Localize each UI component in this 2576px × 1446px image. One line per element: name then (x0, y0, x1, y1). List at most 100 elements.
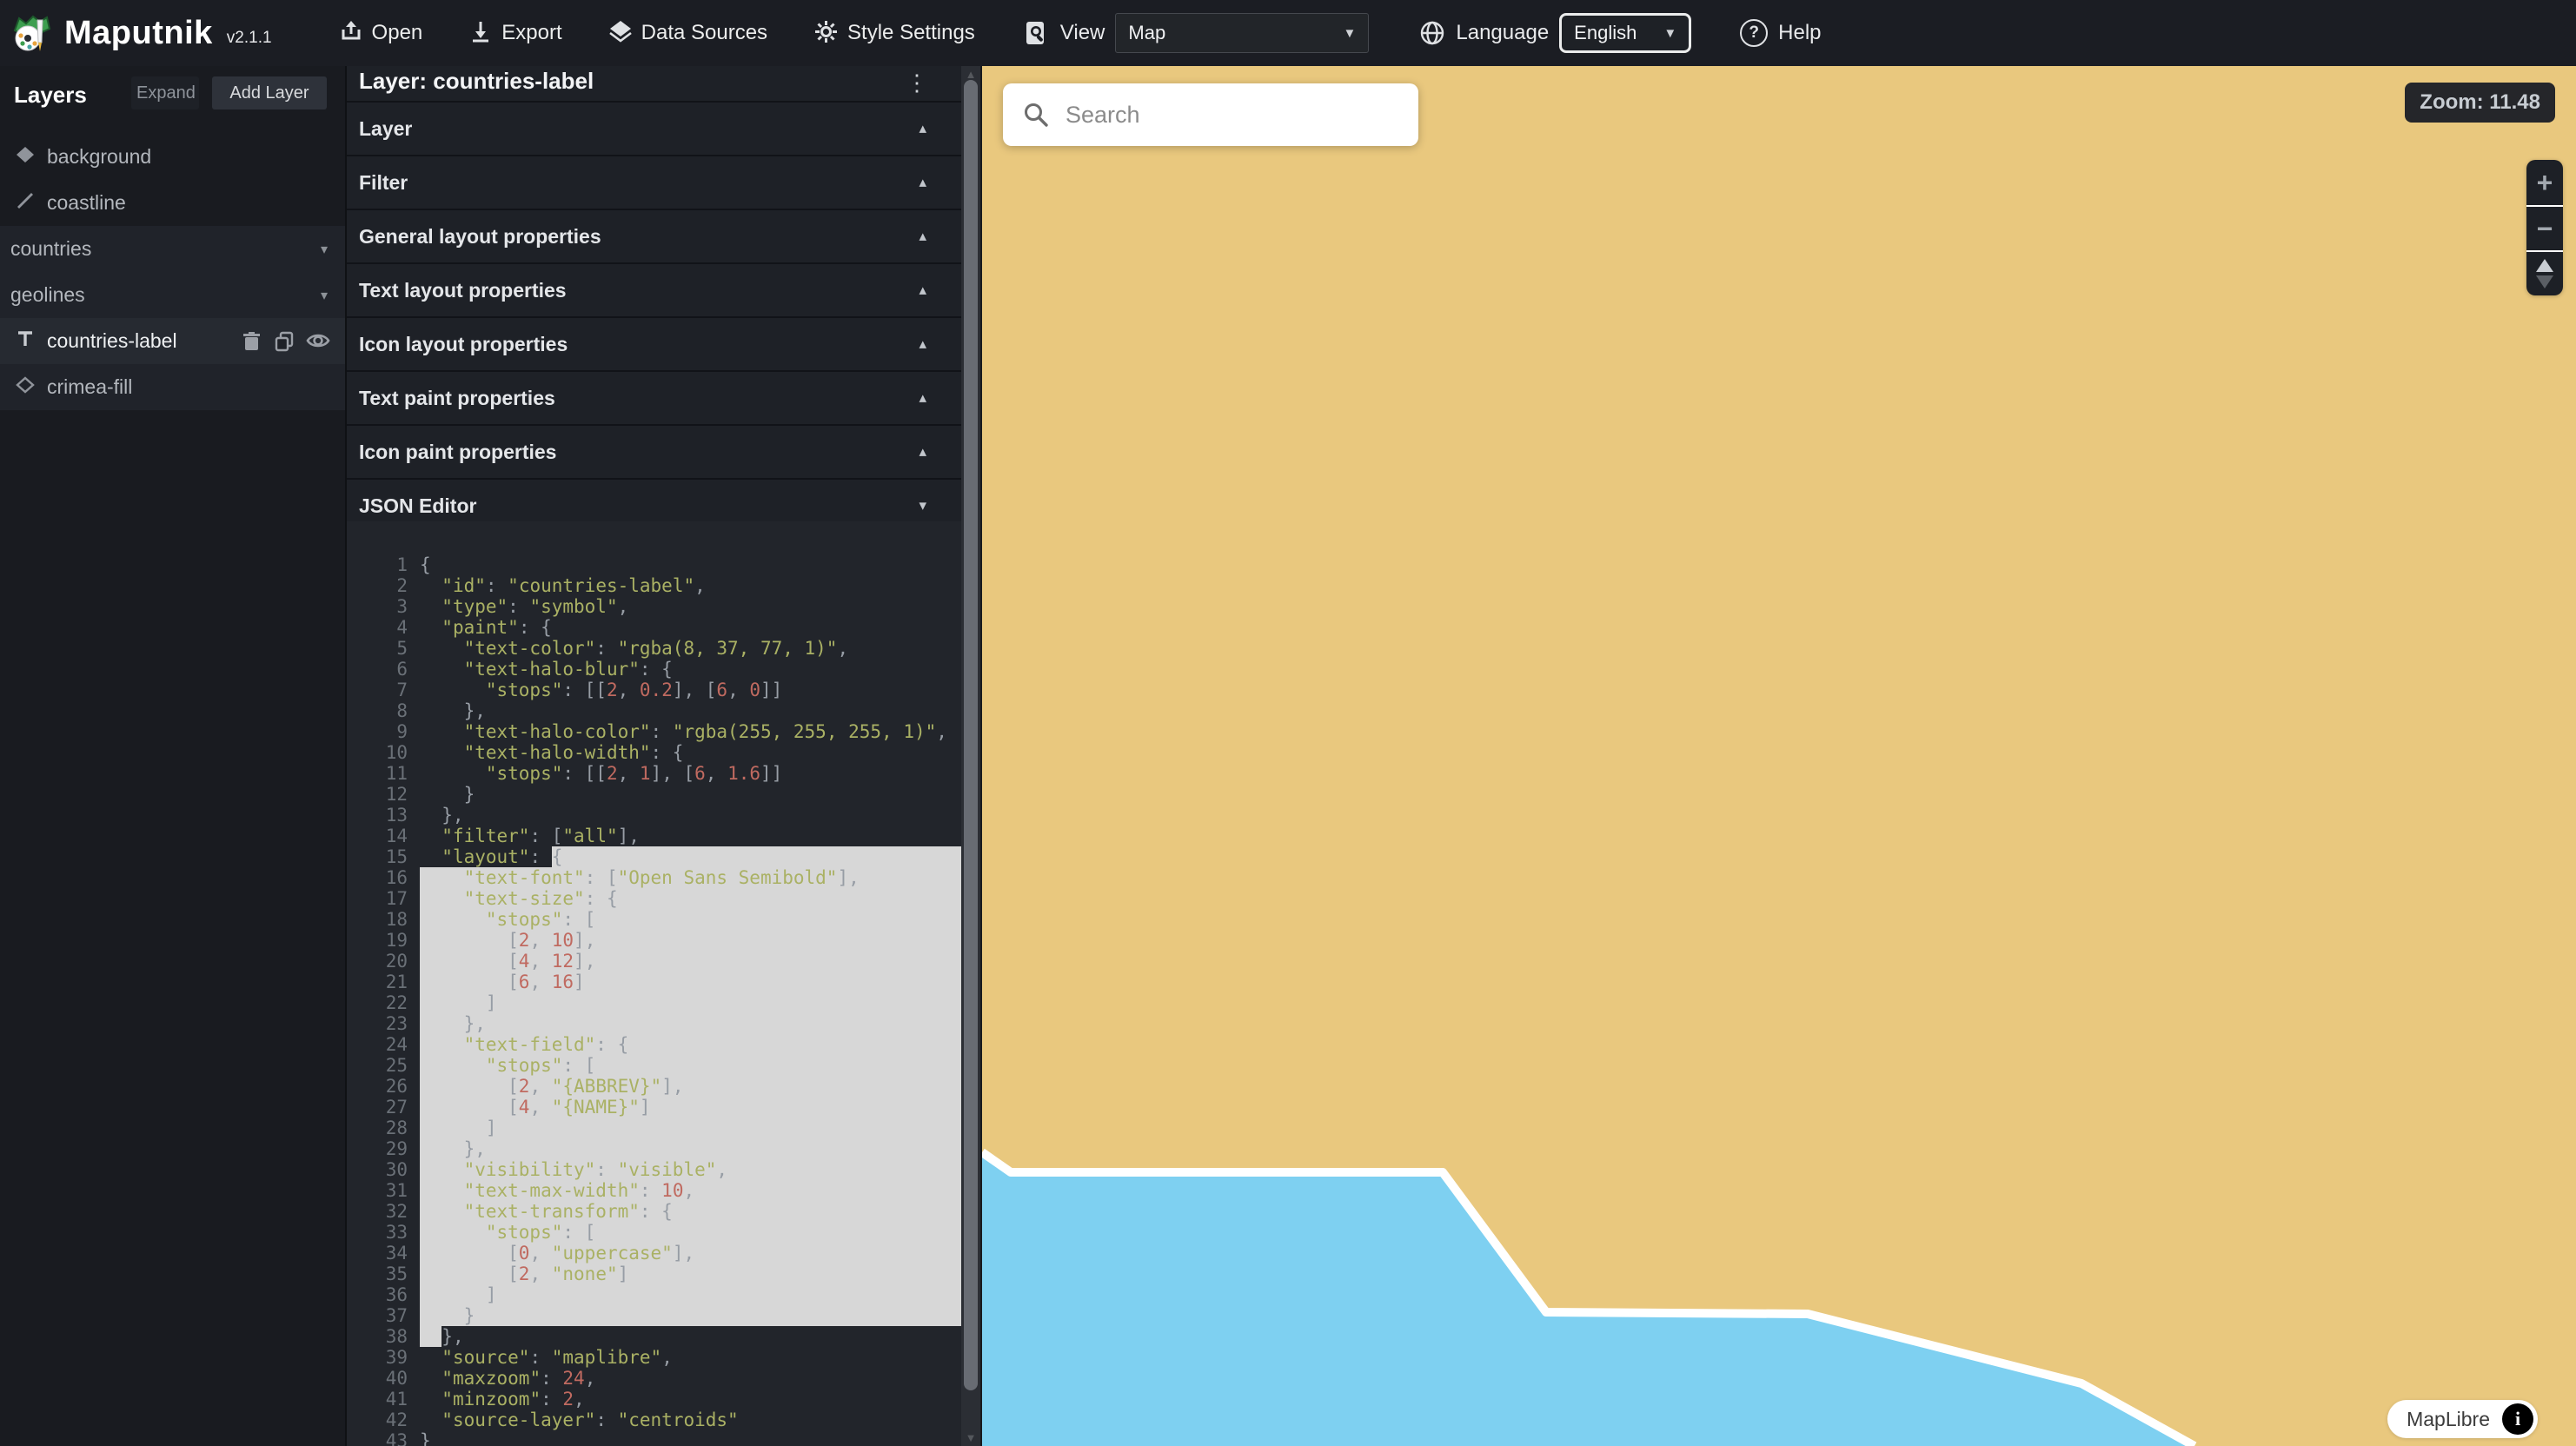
view-select-value: Map (1128, 22, 1165, 44)
layer-group-geolines[interactable]: geolines▾ (0, 272, 345, 318)
scrollbar-thumb[interactable] (964, 80, 978, 1390)
visibility-icon[interactable] (306, 331, 326, 352)
line-number: 32 (347, 1201, 415, 1222)
language-select[interactable]: English ▼ (1559, 13, 1691, 53)
code-line-39[interactable]: 39 "source": "maplibre", (347, 1347, 961, 1368)
chevron-down-icon[interactable]: ▾ (321, 241, 328, 258)
section-filter[interactable]: Filter▴ (347, 156, 961, 210)
add-layer-button[interactable]: Add Layer (212, 76, 327, 109)
chevron-down-icon[interactable]: ▾ (321, 287, 328, 304)
line-number: 7 (347, 680, 415, 700)
code-line-19[interactable]: 19 [2, 10], (347, 930, 961, 951)
code-line-29[interactable]: 29 }, (347, 1138, 961, 1159)
code-line-28[interactable]: 28 ] (347, 1118, 961, 1138)
code-line-2[interactable]: 2 "id": "countries-label", (347, 575, 961, 596)
code-line-35[interactable]: 35 [2, "none"] (347, 1264, 961, 1284)
section-label: JSON Editor (359, 494, 476, 518)
code-line-40[interactable]: 40 "maxzoom": 24, (347, 1368, 961, 1389)
code-line-41[interactable]: 41 "minzoom": 2, (347, 1389, 961, 1410)
code-line-15[interactable]: 15 "layout": { (347, 846, 961, 867)
map-canvas[interactable]: Zoom: 11.48 + − MapLibre i (982, 66, 2576, 1446)
code-line-8[interactable]: 8 }, (347, 700, 961, 721)
code-line-22[interactable]: 22 ] (347, 992, 961, 1013)
sidebar-item-crimea-fill[interactable]: crimea-fill (0, 364, 345, 410)
code-line-21[interactable]: 21 [6, 16] (347, 972, 961, 992)
code-line-17[interactable]: 17 "text-size": { (347, 888, 961, 909)
code-line-11[interactable]: 11 "stops": [[2, 1], [6, 1.6]] (347, 763, 961, 784)
search-input[interactable] (1064, 101, 1418, 129)
help-item[interactable]: ? Help (1740, 19, 1821, 47)
code-line-27[interactable]: 27 [4, "{NAME}"] (347, 1097, 961, 1118)
code-line-6[interactable]: 6 "text-halo-blur": { (347, 659, 961, 680)
chevron-up-icon: ▴ (919, 174, 926, 191)
data-sources-button[interactable]: Data Sources (609, 20, 767, 47)
line-number: 43 (347, 1430, 415, 1446)
zoom-in-button[interactable]: + (2526, 160, 2563, 205)
code-line-23[interactable]: 23 }, (347, 1013, 961, 1034)
view-icon (1024, 20, 1050, 46)
zoom-out-button[interactable]: − (2526, 205, 2563, 250)
sidebar-item-background[interactable]: background (0, 134, 345, 180)
section-icon-paint-properties[interactable]: Icon paint properties▴ (347, 426, 961, 480)
map-search (1003, 83, 1418, 146)
attribution-link[interactable]: MapLibre (2407, 1408, 2490, 1431)
data-sources-icon (609, 20, 632, 46)
scroll-up-icon[interactable]: ▲ (961, 68, 980, 81)
section-general-layout-properties[interactable]: General layout properties▴ (347, 210, 961, 264)
code-line-26[interactable]: 26 [2, "{ABBREV}"], (347, 1076, 961, 1097)
code-line-33[interactable]: 33 "stops": [ (347, 1222, 961, 1243)
code-line-20[interactable]: 20 [4, 12], (347, 951, 961, 972)
code-line-7[interactable]: 7 "stops": [[2, 0.2], [6, 0]] (347, 680, 961, 700)
line-number: 21 (347, 972, 415, 992)
code-line-5[interactable]: 5 "text-color": "rgba(8, 37, 77, 1)", (347, 638, 961, 659)
code-line-18[interactable]: 18 "stops": [ (347, 909, 961, 930)
code-line-37[interactable]: 37 } (347, 1305, 961, 1326)
toolbar-menu: Open Export Data Sources Style Settings (340, 20, 975, 47)
code-line-38[interactable]: 38 }, (347, 1326, 961, 1347)
delete-icon[interactable] (242, 331, 262, 352)
style-settings-button[interactable]: Style Settings (814, 20, 975, 47)
code-line-34[interactable]: 34 [0, "uppercase"], (347, 1243, 961, 1264)
info-icon[interactable]: i (2502, 1403, 2533, 1435)
code-line-9[interactable]: 9 "text-halo-color": "rgba(255, 255, 255… (347, 721, 961, 742)
code-line-3[interactable]: 3 "type": "symbol", (347, 596, 961, 617)
view-select[interactable]: Map ▼ (1115, 13, 1369, 53)
section-layer[interactable]: Layer▴ (347, 103, 961, 156)
code-line-13[interactable]: 13 }, (347, 805, 961, 826)
duplicate-icon[interactable] (274, 331, 294, 352)
section-text-layout-properties[interactable]: Text layout properties▴ (347, 264, 961, 318)
open-button[interactable]: Open (340, 20, 423, 47)
code-line-4[interactable]: 4 "paint": { (347, 617, 961, 638)
section-label: Icon paint properties (359, 441, 556, 464)
code-line-31[interactable]: 31 "text-max-width": 10, (347, 1180, 961, 1201)
layer-list: backgroundcoastlinecountries▾geolines▾co… (0, 134, 345, 410)
code-line-16[interactable]: 16 "text-font": ["Open Sans Semibold"], (347, 867, 961, 888)
line-number: 15 (347, 846, 415, 867)
code-line-32[interactable]: 32 "text-transform": { (347, 1201, 961, 1222)
code-line-14[interactable]: 14 "filter": ["all"], (347, 826, 961, 846)
code-line-24[interactable]: 24 "text-field": { (347, 1034, 961, 1055)
code-line-36[interactable]: 36 ] (347, 1284, 961, 1305)
line-number: 3 (347, 596, 415, 617)
code-line-25[interactable]: 25 "stops": [ (347, 1055, 961, 1076)
app-title: Maputnik (64, 15, 213, 52)
code-line-42[interactable]: 42 "source-layer": "centroids" (347, 1410, 961, 1430)
layer-group-countries[interactable]: countries▾ (0, 226, 345, 272)
sidebar-item-countries-label[interactable]: countries-label (0, 318, 345, 364)
editor-scrollbar[interactable]: ▲ ▼ (961, 66, 980, 1446)
sidebar-item-coastline[interactable]: coastline (0, 180, 345, 226)
code-line-12[interactable]: 12 } (347, 784, 961, 805)
export-button[interactable]: Export (469, 20, 561, 47)
more-menu-icon[interactable]: ⋮ (906, 70, 928, 96)
section-icon-layout-properties[interactable]: Icon layout properties▴ (347, 318, 961, 372)
section-text-paint-properties[interactable]: Text paint properties▴ (347, 372, 961, 426)
code-line-10[interactable]: 10 "text-halo-width": { (347, 742, 961, 763)
code-line-1[interactable]: 1{ (347, 554, 961, 575)
expand-button[interactable]: Expand (131, 76, 199, 109)
scroll-down-icon[interactable]: ▼ (961, 1431, 980, 1444)
json-code-editor[interactable]: 1{2 "id": "countries-label",3 "type": "s… (347, 521, 961, 1446)
code-line-30[interactable]: 30 "visibility": "visible", (347, 1159, 961, 1180)
compass-button[interactable] (2526, 250, 2563, 295)
code-line-43[interactable]: 43} (347, 1430, 961, 1446)
line-number: 26 (347, 1076, 415, 1097)
